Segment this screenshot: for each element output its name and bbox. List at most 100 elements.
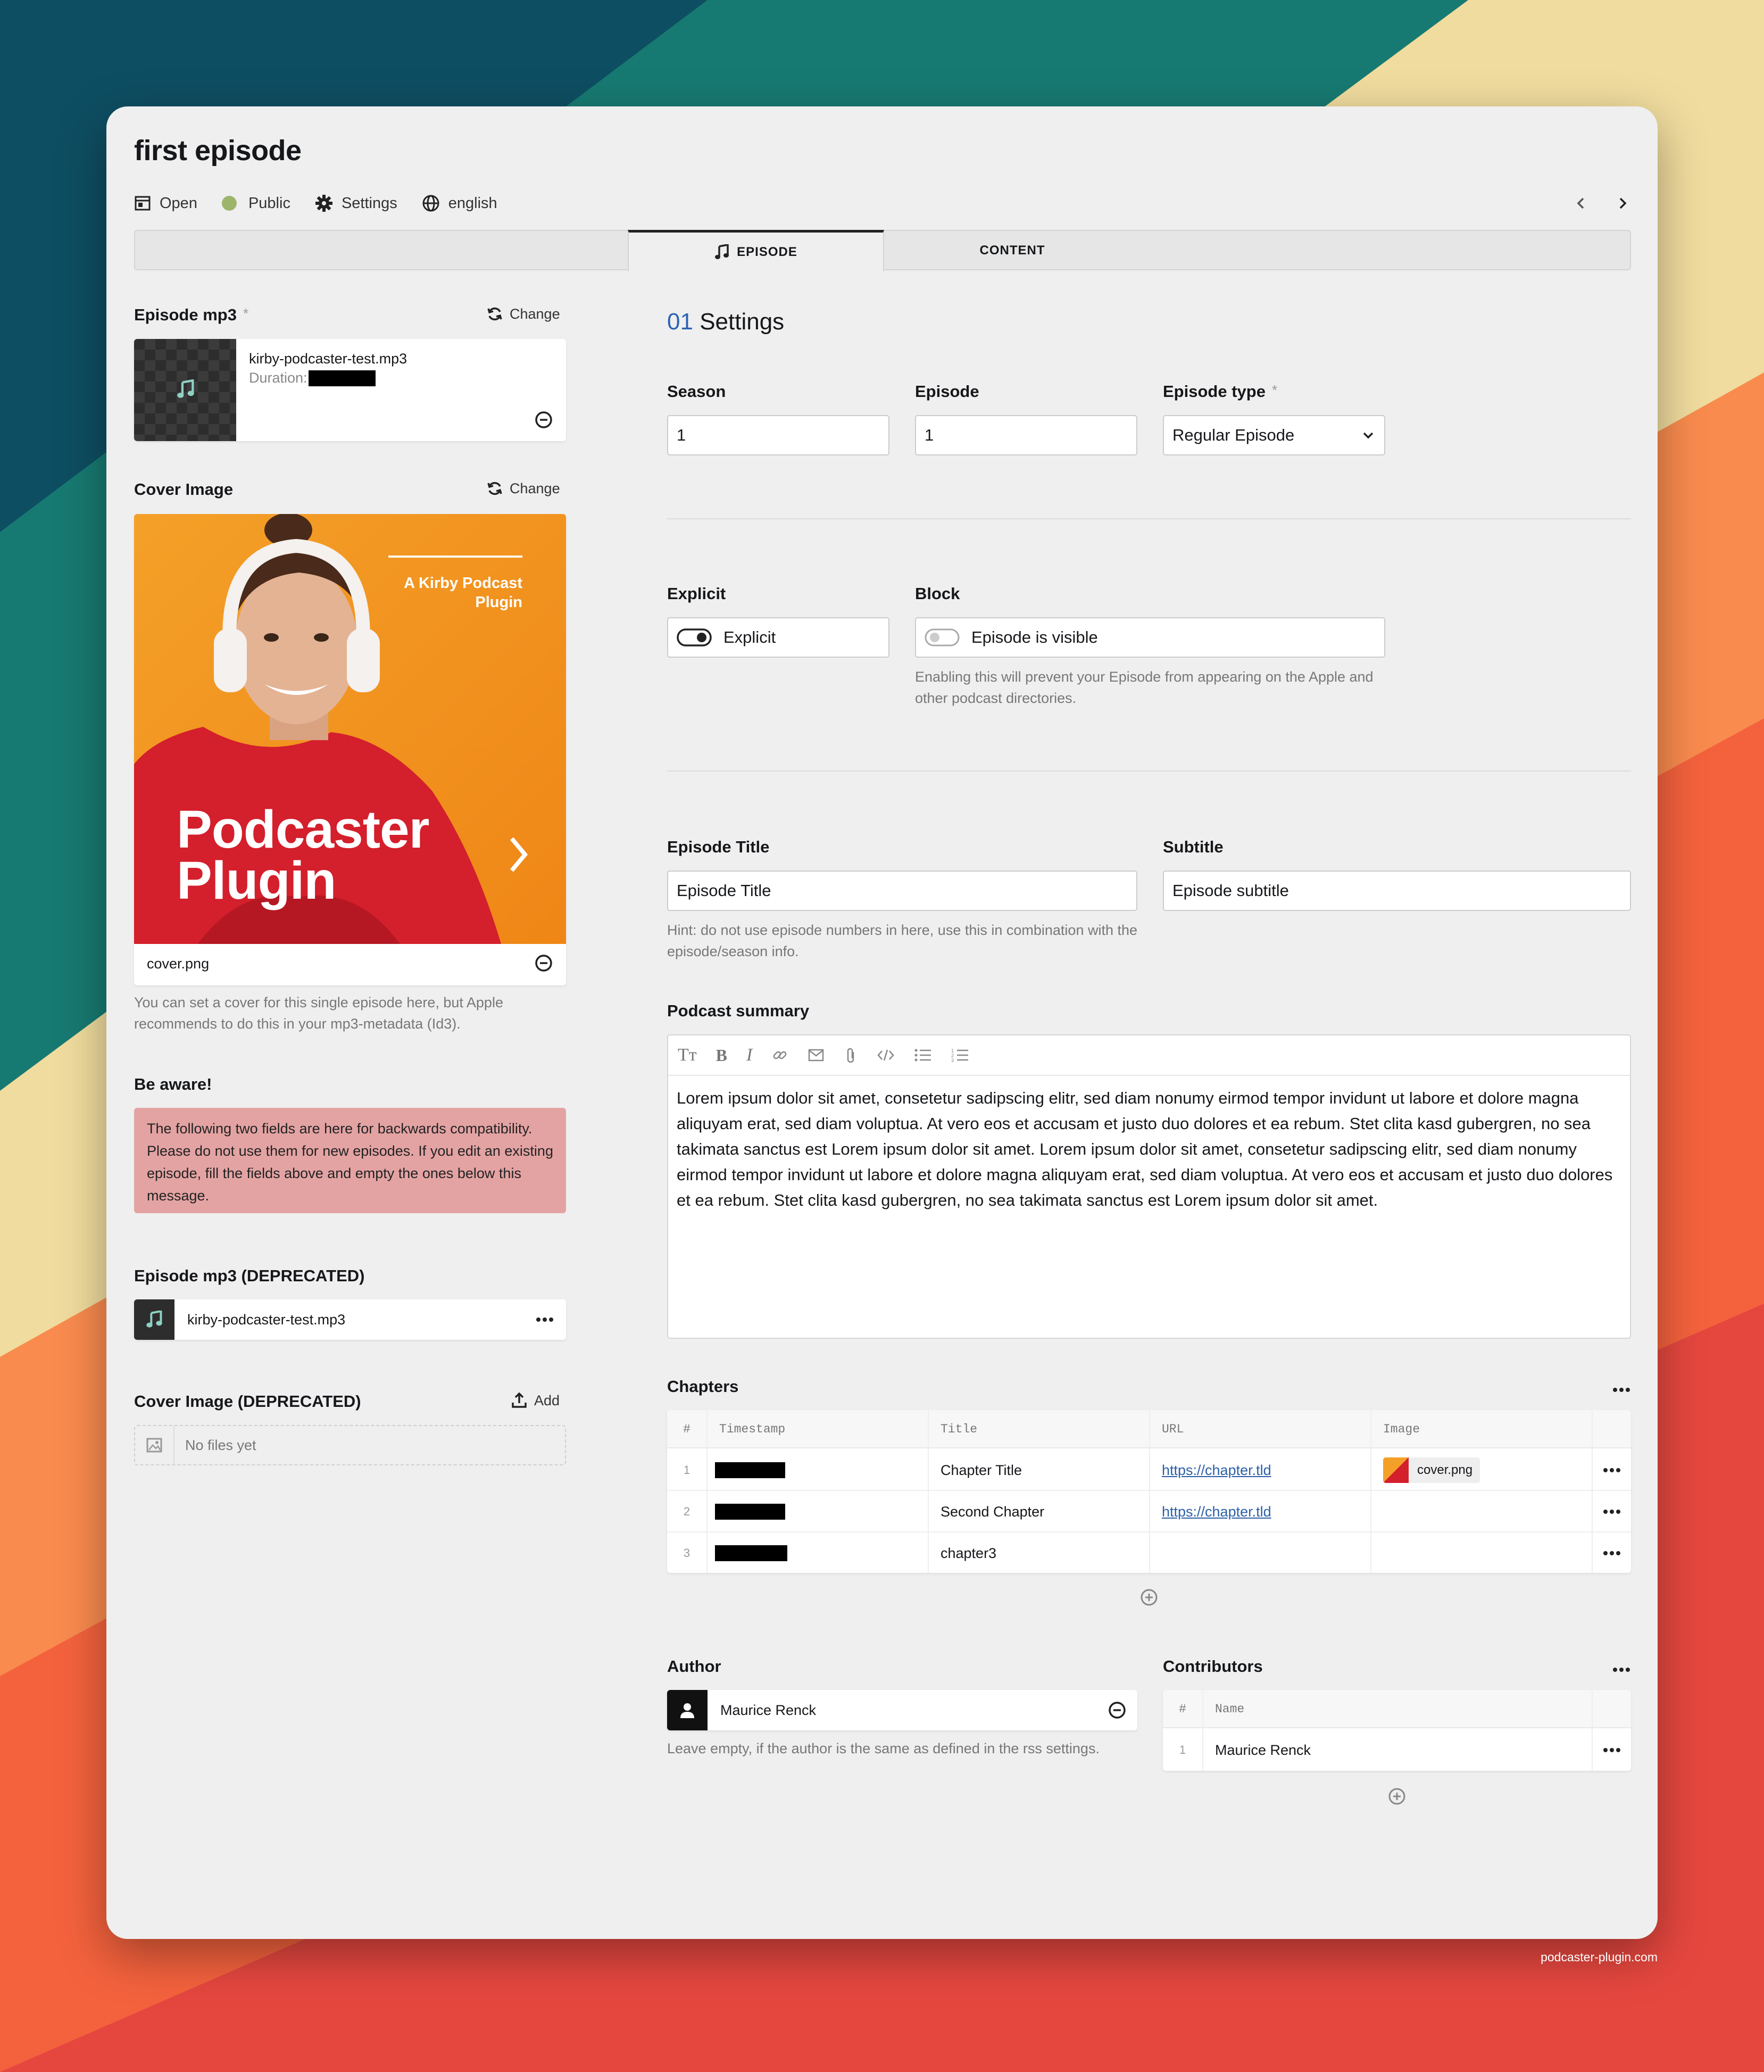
tab-content-label: CONTENT bbox=[979, 243, 1045, 258]
redacted-timestamp bbox=[715, 1545, 787, 1561]
cover-help-text: You can set a cover for this single epis… bbox=[134, 994, 503, 1032]
table-row[interactable]: 1 Chapter Title https://chapter.tld cove… bbox=[667, 1449, 1631, 1491]
cover-change-button[interactable]: Change bbox=[486, 480, 560, 497]
episode-input[interactable]: 1 bbox=[915, 415, 1137, 455]
editor-toolbar: Tт B I 123 bbox=[668, 1035, 1630, 1076]
tab-episode[interactable]: EPISODE bbox=[628, 230, 884, 271]
explicit-label: Explicit bbox=[667, 584, 726, 603]
cover-art-tagline: A Kirby Podcast Plugin bbox=[404, 575, 522, 611]
chapter-image-name: cover.png bbox=[1417, 1463, 1473, 1477]
music-note-icon bbox=[715, 244, 729, 259]
row-number: 1 bbox=[1179, 1743, 1186, 1756]
subtitle-input[interactable]: Episode subtitle bbox=[1163, 871, 1631, 911]
chapter-url[interactable]: https://chapter.tld bbox=[1162, 1491, 1271, 1532]
svg-text:3: 3 bbox=[951, 1058, 954, 1063]
table-row[interactable]: 2 Second Chapter https://chapter.tld bbox=[667, 1491, 1631, 1532]
chapter-url[interactable]: https://chapter.tld bbox=[1162, 1449, 1271, 1491]
more-options-icon[interactable] bbox=[1602, 1505, 1621, 1518]
remove-icon[interactable] bbox=[534, 954, 553, 973]
toggle-off-icon bbox=[925, 628, 960, 647]
chapters-label: Chapters bbox=[667, 1377, 739, 1396]
more-options-icon[interactable] bbox=[1612, 1383, 1631, 1396]
more-options-icon[interactable] bbox=[1602, 1464, 1621, 1477]
mp3-file-card[interactable]: kirby-podcaster-test.mp3 Duration: bbox=[134, 339, 566, 441]
chevron-right-icon[interactable] bbox=[1615, 196, 1630, 211]
chapter-title: Second Chapter bbox=[941, 1503, 1045, 1520]
gear-icon bbox=[315, 195, 332, 212]
row-number: 3 bbox=[683, 1546, 690, 1560]
italic-icon[interactable]: I bbox=[746, 1045, 752, 1065]
episode-title-help: Hint: do not use episode numbers in here… bbox=[667, 922, 1138, 959]
language-button[interactable]: english bbox=[422, 194, 497, 212]
add-chapter-icon[interactable] bbox=[1139, 1588, 1159, 1607]
tab-episode-label: EPISODE bbox=[737, 244, 797, 259]
author-item[interactable]: Maurice Renck bbox=[667, 1690, 1137, 1730]
divider bbox=[667, 518, 1631, 519]
table-row[interactable]: 1 Maurice Renck bbox=[1163, 1729, 1631, 1771]
mp3-change-button[interactable]: Change bbox=[486, 305, 560, 322]
chapters-table: # Timestamp Title URL Image 1 Chapter Ti… bbox=[667, 1410, 1631, 1573]
status-dot-icon bbox=[221, 196, 237, 211]
mp3-deprecated-item[interactable]: kirby-podcaster-test.mp3 bbox=[134, 1299, 566, 1340]
page-navigation bbox=[1574, 192, 1630, 215]
table-row[interactable]: 3 chapter3 bbox=[667, 1532, 1631, 1573]
section-number: 01 bbox=[667, 309, 693, 335]
row-number: 1 bbox=[683, 1463, 690, 1477]
block-toggle[interactable]: Episode is visible bbox=[915, 617, 1385, 658]
bold-icon[interactable]: B bbox=[716, 1046, 727, 1065]
episode-type-value: Regular Episode bbox=[1172, 426, 1295, 444]
remove-icon[interactable] bbox=[534, 410, 553, 429]
editor-window: first episode Open Public Settings engli… bbox=[106, 106, 1658, 1939]
mp3-duration: Duration: bbox=[249, 370, 376, 386]
open-button[interactable]: Open bbox=[134, 195, 197, 212]
remove-icon[interactable] bbox=[1108, 1701, 1127, 1720]
col-url: URL bbox=[1162, 1422, 1184, 1436]
code-icon[interactable] bbox=[877, 1048, 895, 1063]
section-heading: 01 Settings bbox=[667, 309, 784, 335]
text-style-icon[interactable]: Tт bbox=[678, 1045, 697, 1065]
col-number: # bbox=[683, 1422, 690, 1436]
redacted-timestamp bbox=[715, 1504, 785, 1520]
email-icon[interactable] bbox=[808, 1048, 825, 1063]
attachment-icon[interactable] bbox=[844, 1047, 858, 1064]
mp3-field-label: Episode mp3 * bbox=[134, 305, 249, 324]
add-contributor-icon[interactable] bbox=[1387, 1787, 1407, 1806]
episode-type-select[interactable]: Regular Episode bbox=[1163, 415, 1385, 455]
footer-credit: podcaster-plugin.com bbox=[1541, 1950, 1658, 1964]
avatar bbox=[667, 1690, 708, 1730]
col-name: Name bbox=[1215, 1702, 1245, 1716]
image-placeholder bbox=[135, 1426, 174, 1464]
season-input[interactable]: 1 bbox=[667, 415, 889, 455]
summary-editor[interactable]: Tт B I 123 Lorem ipsum dolor sit amet, c… bbox=[667, 1034, 1631, 1339]
chapter-image[interactable]: cover.png bbox=[1383, 1449, 1480, 1491]
more-options-icon[interactable] bbox=[1602, 1744, 1621, 1756]
episode-title-input[interactable]: Episode Title bbox=[667, 871, 1137, 911]
chevron-left-icon[interactable] bbox=[1574, 196, 1588, 211]
chevron-down-icon bbox=[1363, 432, 1374, 439]
row-number: 2 bbox=[683, 1505, 690, 1518]
bullet-list-icon[interactable] bbox=[914, 1048, 932, 1063]
numbered-list-icon[interactable]: 123 bbox=[951, 1048, 969, 1063]
aware-label: Be aware! bbox=[134, 1075, 212, 1093]
status-button[interactable]: Public bbox=[221, 194, 290, 212]
cover-filename: cover.png bbox=[147, 956, 210, 972]
more-options-icon[interactable] bbox=[1612, 1663, 1631, 1676]
settings-label: Settings bbox=[341, 194, 397, 212]
redacted-duration bbox=[308, 370, 376, 386]
cover-deprecated-add-button[interactable]: Add bbox=[511, 1392, 560, 1409]
chapter-image-thumbnail bbox=[1383, 1457, 1409, 1483]
summary-text[interactable]: Lorem ipsum dolor sit amet, consetetur s… bbox=[677, 1085, 1624, 1213]
tab-content[interactable]: CONTENT bbox=[884, 230, 1141, 271]
more-options-icon[interactable] bbox=[1602, 1547, 1621, 1560]
link-icon[interactable] bbox=[771, 1047, 788, 1064]
more-options-icon[interactable] bbox=[535, 1313, 554, 1326]
cover-deprecated-empty[interactable]: No files yet bbox=[134, 1425, 566, 1465]
status-label: Public bbox=[248, 194, 290, 212]
author-name: Maurice Renck bbox=[720, 1702, 817, 1718]
cover-art-title-line2: Plugin bbox=[177, 851, 337, 910]
settings-button[interactable]: Settings bbox=[315, 194, 397, 212]
language-label: english bbox=[448, 194, 497, 212]
subtitle-label: Subtitle bbox=[1163, 838, 1224, 856]
cover-file-card[interactable]: A Kirby Podcast Plugin Podcaster Plugin … bbox=[134, 514, 566, 985]
explicit-toggle[interactable]: Explicit bbox=[667, 617, 889, 658]
